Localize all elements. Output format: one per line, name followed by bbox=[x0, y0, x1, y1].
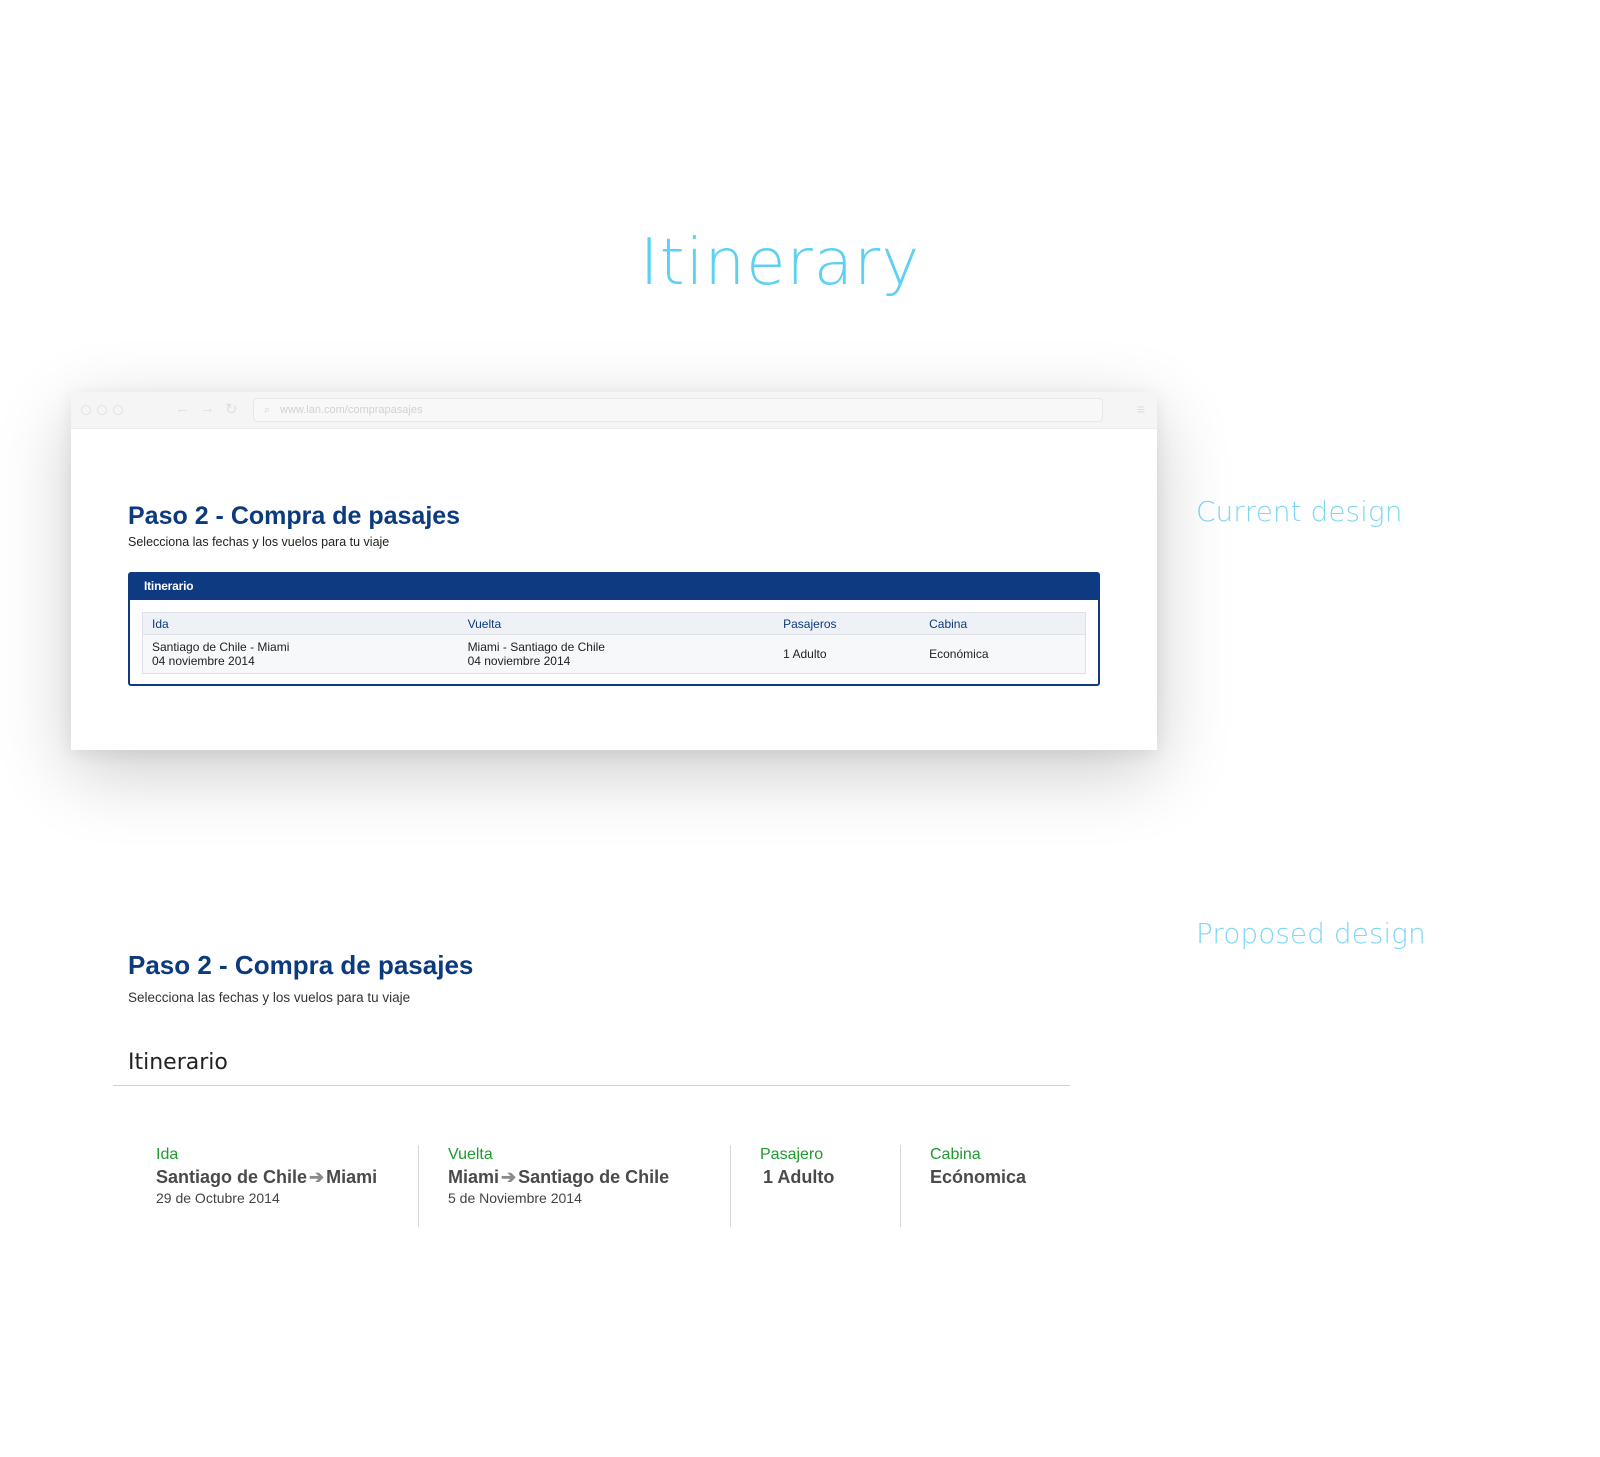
ida-route: Santiago de Chile ➔ Miami bbox=[156, 1165, 418, 1189]
cell-vuelta: Miami - Santiago de Chile 04 noviembre 2… bbox=[458, 634, 775, 668]
vuelta-destination: Santiago de Chile bbox=[518, 1167, 670, 1187]
proposed-cabina-column: Cabina Ecónomica bbox=[930, 1145, 1070, 1227]
close-window-icon[interactable] bbox=[81, 405, 91, 415]
ida-date: 29 de Octubre 2014 bbox=[156, 1190, 280, 1206]
arrow-right-icon: ➔ bbox=[501, 1167, 517, 1187]
current-itinerary-table-wrapper: Ida Vuelta Pasajeros Cabina Santiago de … bbox=[142, 612, 1086, 674]
cell-cabina: Económica bbox=[920, 634, 1085, 668]
back-arrow-icon[interactable]: ← bbox=[175, 400, 190, 418]
column-header-ida: Ida bbox=[143, 613, 459, 635]
vuelta-route: Miami - Santiago de Chile bbox=[467, 640, 605, 654]
ida-origin: Santiago de Chile bbox=[156, 1167, 308, 1187]
cell-ida: Santiago de Chile - Miami 04 noviembre 2… bbox=[143, 634, 459, 668]
reload-icon[interactable]: ↻ bbox=[225, 400, 238, 418]
ida-route: Santiago de Chile - Miami bbox=[152, 640, 290, 654]
ida-destination: Miami bbox=[326, 1167, 378, 1187]
current-itinerary-header: Itinerario bbox=[130, 574, 1098, 600]
current-itinerary-table: Ida Vuelta Pasajeros Cabina Santiago de … bbox=[143, 613, 1085, 668]
vuelta-origin: Miami bbox=[448, 1167, 500, 1187]
vuelta-label: Vuelta bbox=[448, 1146, 493, 1163]
pasajero-value: 1 Adulto bbox=[763, 1167, 835, 1187]
column-header-pasajeros: Pasajeros bbox=[774, 613, 921, 635]
current-page-title: Paso 2 - Compra de pasajes bbox=[128, 502, 461, 530]
column-header-vuelta: Vuelta bbox=[458, 613, 775, 635]
table-row: Santiago de Chile - Miami 04 noviembre 2… bbox=[143, 634, 1085, 668]
current-design-browser-window: ← → ↻ ⌕ www.lan.com/comprapasajes ≡ Paso … bbox=[71, 392, 1157, 750]
minimize-window-icon[interactable] bbox=[97, 405, 107, 415]
vuelta-route: Miami ➔ Santiago de Chile bbox=[448, 1165, 730, 1189]
vuelta-date: 5 de Noviembre 2014 bbox=[448, 1190, 582, 1206]
ida-label: Ida bbox=[156, 1146, 179, 1163]
ida-date: 04 noviembre 2014 bbox=[152, 654, 255, 668]
section-divider bbox=[113, 1085, 1070, 1086]
pasajero-label: Pasajero bbox=[760, 1146, 824, 1163]
vuelta-date: 04 noviembre 2014 bbox=[467, 654, 571, 668]
current-itinerary-box: Itinerario Ida Vuelta Pasajeros Cabina S… bbox=[128, 572, 1100, 686]
cabina-label: Cabina bbox=[930, 1146, 981, 1163]
table-header-row: Ida Vuelta Pasajeros Cabina bbox=[143, 613, 1085, 635]
page-heading: Itinerary bbox=[639, 226, 921, 300]
proposed-itinerary-heading: Itinerario bbox=[128, 1050, 228, 1075]
current-page-subtitle: Selecciona las fechas y los vuelos para … bbox=[128, 535, 390, 549]
proposed-ida-column: Ida Santiago de Chile ➔ Miami 29 de Octubr… bbox=[156, 1145, 419, 1227]
cabina-value: Ecónomica bbox=[930, 1167, 1027, 1187]
address-bar[interactable]: ⌕ www.lan.com/comprapasajes bbox=[253, 398, 1103, 422]
proposed-design-label: Proposed design bbox=[1196, 917, 1426, 950]
current-design-label: Current design bbox=[1196, 495, 1403, 528]
maximize-window-icon[interactable] bbox=[113, 405, 123, 415]
column-header-cabina: Cabina bbox=[920, 613, 1085, 635]
proposed-pasajero-column: Pasajero 1 Adulto bbox=[760, 1145, 901, 1227]
proposed-page-title: Paso 2 - Compra de pasajes bbox=[128, 950, 474, 980]
proposed-page-subtitle: Selecciona las fechas y los vuelos para … bbox=[128, 990, 411, 1005]
address-bar-url: www.lan.com/comprapasajes bbox=[280, 404, 423, 416]
proposed-vuelta-column: Vuelta Miami ➔ Santiago de Chile 5 de Novi… bbox=[448, 1145, 731, 1227]
browser-toolbar: ← → ↻ ⌕ www.lan.com/comprapasajes ≡ bbox=[71, 392, 1157, 429]
browser-nav-icons: ← → ↻ bbox=[175, 400, 238, 418]
forward-arrow-icon[interactable]: → bbox=[200, 400, 215, 418]
browser-menu-icon[interactable]: ≡ bbox=[1137, 401, 1145, 417]
search-icon: ⌕ bbox=[263, 404, 271, 416]
cell-pasajeros: 1 Adulto bbox=[774, 634, 921, 668]
window-controls bbox=[81, 405, 123, 415]
arrow-right-icon: ➔ bbox=[309, 1167, 325, 1187]
